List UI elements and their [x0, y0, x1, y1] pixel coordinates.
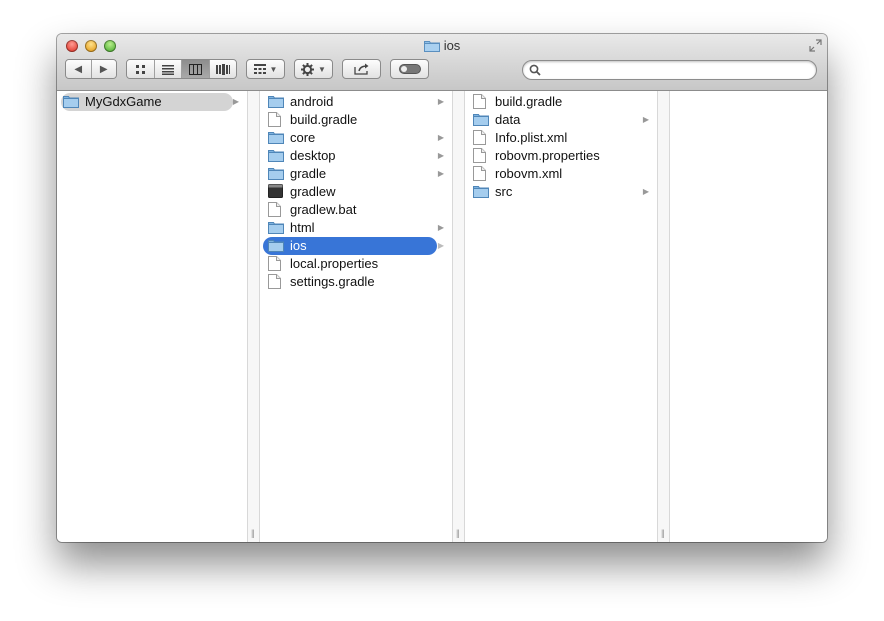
disclosure-arrow-icon: ▶ [642, 187, 649, 196]
file-list-item[interactable]: build.gradle [465, 93, 657, 111]
share-button[interactable] [342, 59, 381, 79]
item-name: gradle [290, 166, 327, 181]
item-name: robovm.xml [495, 166, 563, 181]
column-2: android ▶ build.gradle core ▶ desktop ▶ gradle ▶… [260, 91, 452, 542]
item-name: robovm.properties [495, 148, 600, 163]
icon-view-icon [135, 64, 145, 74]
resize-grip-icon: || [456, 528, 460, 538]
disclosure-arrow-icon: ▶ [437, 133, 444, 142]
back-button[interactable]: ◀ [66, 60, 92, 78]
tag-toggle-icon [398, 64, 421, 74]
file-list-item[interactable]: settings.gradle [260, 273, 452, 291]
search-field[interactable] [522, 60, 817, 80]
window-title-bar: ios [57, 38, 827, 55]
file-list-item[interactable]: desktop ▶ [260, 147, 452, 165]
column-resize-handle[interactable]: || [452, 91, 465, 542]
view-mode-control [126, 59, 237, 79]
share-icon [353, 63, 368, 75]
disclosure-arrow-icon: ▶ [437, 241, 444, 250]
item-name: gradlew [290, 184, 336, 199]
item-name: android [290, 94, 334, 109]
edit-tags-button[interactable] [390, 59, 429, 79]
fullscreen-icon[interactable] [809, 39, 822, 52]
file-list-item[interactable]: robovm.properties [465, 147, 657, 165]
coverflow-view-button[interactable] [209, 60, 236, 78]
list-view-icon [161, 64, 174, 75]
document-icon [268, 274, 281, 294]
file-list-item[interactable]: ios ▶ [260, 237, 452, 255]
chevron-down-icon: ▼ [269, 64, 278, 74]
column-resize-handle[interactable]: || [247, 91, 260, 542]
item-name: local.properties [290, 256, 379, 271]
disclosure-arrow-icon: ▶ [437, 169, 444, 178]
column-browser: MyGdxGame ▶ || android ▶ build.gradle core ▶ d… [57, 91, 827, 542]
forward-button[interactable]: ▶ [91, 60, 116, 78]
file-list-item[interactable]: gradlew.bat [260, 201, 452, 219]
arrange-icon [253, 64, 266, 74]
item-name: build.gradle [495, 94, 563, 109]
resize-grip-icon: || [661, 528, 665, 538]
disclosure-arrow-icon: ▶ [232, 97, 239, 106]
arrange-button[interactable]: ▼ [246, 59, 285, 79]
forward-arrow-icon: ▶ [99, 63, 108, 75]
action-button[interactable]: ▼ [294, 59, 333, 79]
file-list-item[interactable]: MyGdxGame ▶ [57, 93, 247, 111]
column-resize-handle[interactable]: || [657, 91, 670, 542]
file-list-item[interactable]: data ▶ [465, 111, 657, 129]
column-1: MyGdxGame ▶ [57, 91, 247, 542]
finder-window: ios ◀ ▶ ▼ ▼ MyGdxGame ▶ || android ▶ bui… [57, 34, 827, 542]
item-name: gradlew.bat [290, 202, 357, 217]
folder-icon [473, 184, 489, 203]
item-name: Info.plist.xml [495, 130, 568, 145]
back-arrow-icon: ◀ [74, 63, 83, 75]
search-input[interactable] [545, 62, 809, 80]
file-list-item[interactable]: Info.plist.xml [465, 129, 657, 147]
file-list-item[interactable]: src ▶ [465, 183, 657, 201]
file-list-item[interactable]: local.properties [260, 255, 452, 273]
toolbar: ios ◀ ▶ ▼ ▼ [57, 34, 827, 91]
file-list-item[interactable]: robovm.xml [465, 165, 657, 183]
file-list-item[interactable]: android ▶ [260, 93, 452, 111]
item-name: ios [290, 238, 307, 253]
file-list-item[interactable]: gradle ▶ [260, 165, 452, 183]
search-icon [529, 64, 541, 76]
coverflow-view-icon [215, 63, 230, 75]
item-name: src [495, 184, 513, 199]
disclosure-arrow-icon: ▶ [437, 97, 444, 106]
item-name: data [495, 112, 521, 127]
column-4 [670, 91, 827, 542]
back-forward-control: ◀ ▶ [65, 59, 117, 79]
item-name: core [290, 130, 316, 145]
column-view-button[interactable] [182, 60, 210, 78]
list-view-button[interactable] [154, 60, 182, 78]
disclosure-arrow-icon: ▶ [437, 223, 444, 232]
disclosure-arrow-icon: ▶ [642, 115, 649, 124]
file-list-item[interactable]: html ▶ [260, 219, 452, 237]
file-list-item[interactable]: build.gradle [260, 111, 452, 129]
column-view-icon [188, 63, 202, 75]
file-list-item[interactable]: core ▶ [260, 129, 452, 147]
gear-icon [301, 62, 315, 76]
icon-view-button[interactable] [127, 60, 155, 78]
chevron-down-icon: ▼ [318, 64, 326, 74]
disclosure-arrow-icon: ▶ [437, 151, 444, 160]
folder-icon [63, 94, 79, 113]
column-3: build.gradle data ▶ Info.plist.xml robovm.pr… [465, 91, 657, 542]
item-name: MyGdxGame [85, 94, 162, 109]
item-name: build.gradle [290, 112, 358, 127]
item-name: html [290, 220, 315, 235]
file-list-item[interactable]: gradlew [260, 183, 452, 201]
item-name: settings.gradle [290, 274, 375, 289]
resize-grip-icon: || [251, 528, 255, 538]
window-title: ios [443, 38, 461, 53]
item-name: desktop [290, 148, 336, 163]
folder-icon [423, 39, 440, 55]
